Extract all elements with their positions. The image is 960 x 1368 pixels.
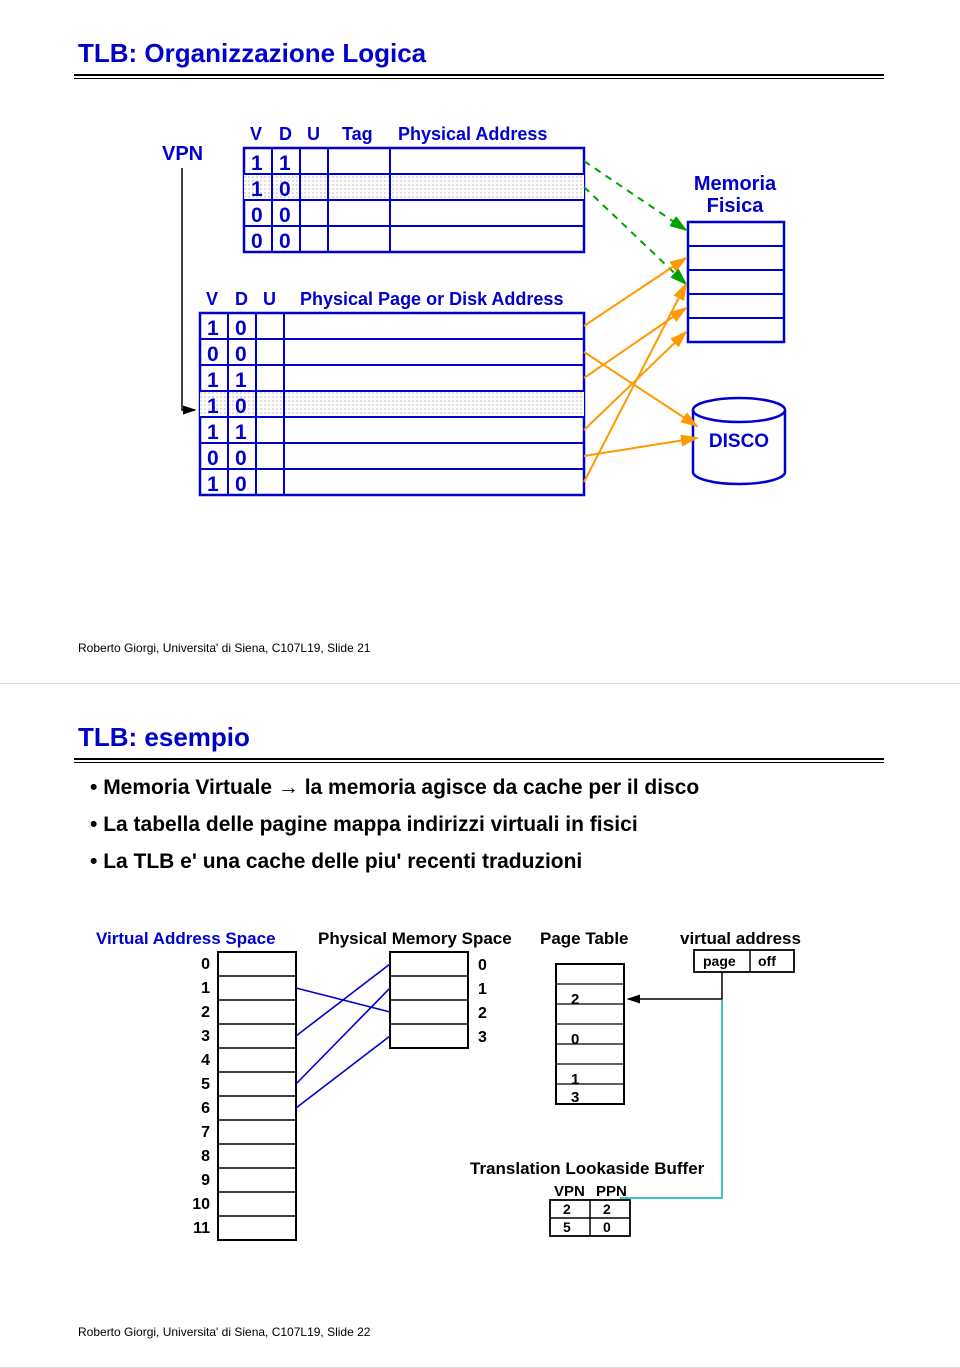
svg-text:page: page [703,953,736,969]
svg-text:Page Table: Page Table [540,929,629,948]
svg-text:1: 1 [207,369,219,392]
svg-text:V: V [250,124,262,144]
vas-block: 0 1 2 3 4 5 6 7 8 9 10 11 [192,952,296,1240]
svg-text:1: 1 [207,421,219,444]
svg-text:PPN: PPN [596,1183,627,1200]
svg-text:0: 0 [279,204,291,227]
svg-text:off: off [758,953,776,969]
svg-text:Translation Lookaside Buffer: Translation Lookaside Buffer [470,1159,705,1178]
svg-text:1: 1 [279,152,291,175]
bullet-1: Memoria Virtuale → la memoria agisce da … [90,770,870,807]
svg-text:Physical Page or Disk Address: Physical Page or Disk Address [300,289,563,309]
svg-text:Tag: Tag [342,124,373,144]
svg-text:0: 0 [478,957,487,974]
svg-text:0: 0 [235,317,247,340]
slide-21: TLB: Organizzazione Logica VPN V D [0,0,960,684]
svg-text:5: 5 [201,1076,210,1093]
pms-block: 0 1 2 3 [390,952,487,1048]
svg-text:1: 1 [235,369,247,392]
svg-text:2: 2 [571,991,579,1008]
svg-text:2: 2 [201,1004,210,1021]
svg-text:7: 7 [201,1124,210,1141]
svg-text:1: 1 [201,980,210,997]
page-table-block: 2 0 1 3 [556,964,624,1106]
bullet-3: La TLB e' una cache delle piu' recenti t… [90,844,870,881]
slide-footer: Roberto Giorgi, Universita' di Siena, C1… [78,641,370,655]
svg-text:DISCO: DISCO [709,431,769,452]
vpn-label: VPN [162,143,203,165]
svg-text:11: 11 [193,1220,210,1237]
svg-text:0: 0 [251,204,263,227]
bullets: Memoria Virtuale → la memoria agisce da … [90,770,870,880]
svg-text:3: 3 [478,1029,487,1046]
svg-text:0: 0 [207,343,219,366]
slide-22: TLB: esempio Memoria Virtuale → la memor… [0,684,960,1368]
svg-text:Physical Memory Space: Physical Memory Space [318,929,512,948]
svg-text:1: 1 [571,1071,579,1088]
svg-text:0: 0 [235,395,247,418]
svg-text:Physical Address: Physical Address [398,124,547,144]
svg-text:8: 8 [201,1148,210,1165]
svg-text:0: 0 [603,1219,611,1235]
slide-title: TLB: esempio [78,722,250,753]
svg-text:1: 1 [207,395,219,418]
svg-text:0: 0 [235,343,247,366]
svg-text:Memoria: Memoria [694,173,777,195]
memory-box: Memoria Fisica [688,173,784,342]
svg-text:1: 1 [251,152,263,175]
svg-text:3: 3 [571,1089,579,1106]
svg-text:1: 1 [235,421,247,444]
svg-text:U: U [307,124,320,144]
svg-text:1: 1 [478,981,487,998]
svg-text:Virtual Address Space: Virtual Address Space [96,929,276,948]
svg-text:9: 9 [201,1172,210,1189]
svg-text:0: 0 [235,473,247,496]
svg-text:3: 3 [201,1028,210,1045]
svg-text:1: 1 [207,317,219,340]
bullet-2: La tabella delle pagine mappa indirizzi … [90,807,870,844]
svg-text:0: 0 [279,178,291,201]
svg-text:1: 1 [251,178,263,201]
svg-text:Fisica: Fisica [707,195,765,217]
svg-text:D: D [235,289,248,309]
svg-text:4: 4 [201,1052,210,1069]
title-rule [74,758,884,763]
diagram-s21: VPN V D U Tag Physical Address 1 1 1 0 0… [0,0,960,620]
svg-text:U: U [263,289,276,309]
diagram-s22: Virtual Address Space Physical Memory Sp… [0,914,960,1368]
tlb-table: V D U Tag Physical Address 1 1 1 0 0 0 0… [244,124,584,253]
svg-text:10: 10 [192,1196,210,1213]
svg-text:6: 6 [201,1100,210,1117]
svg-text:2: 2 [603,1201,611,1217]
svg-text:1: 1 [207,473,219,496]
svg-text:D: D [279,124,292,144]
svg-text:virtual address: virtual address [680,929,801,948]
slide-footer: Roberto Giorgi, Universita' di Siena, C1… [78,1325,370,1339]
disk-icon: DISCO [693,398,785,484]
svg-text:V: V [206,289,218,309]
svg-text:0: 0 [201,956,210,973]
svg-text:VPN: VPN [554,1183,585,1200]
svg-text:5: 5 [563,1219,571,1235]
svg-text:2: 2 [478,1005,487,1022]
svg-text:0: 0 [279,230,291,253]
svg-text:0: 0 [571,1031,579,1048]
svg-text:0: 0 [207,447,219,470]
svg-text:2: 2 [563,1201,571,1217]
svg-text:0: 0 [251,230,263,253]
page-table: V D U Physical Page or Disk Address 1 0 … [200,289,584,496]
svg-text:0: 0 [235,447,247,470]
